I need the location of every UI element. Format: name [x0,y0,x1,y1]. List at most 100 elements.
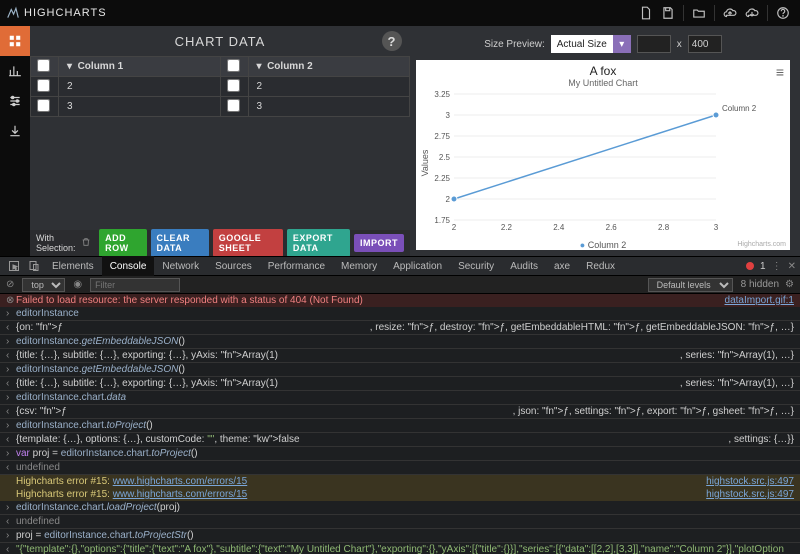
svg-text:2.4: 2.4 [553,223,565,232]
devtools-tab-sources[interactable]: Sources [207,256,260,276]
devtools-tab-network[interactable]: Network [154,256,207,276]
cell[interactable]: 3 [248,97,410,117]
save-icon[interactable] [657,2,679,24]
console-line: ‹{title: {…}, subtitle: {…}, exporting: … [0,349,800,363]
open-folder-icon[interactable] [688,2,710,24]
devtools-tab-axe[interactable]: axe [546,256,578,276]
download-icon[interactable] [0,116,30,146]
size-mode-value: Actual Size [551,35,613,53]
data-grid[interactable]: ▾ Column 1▾ Column 22233 [30,56,410,230]
size-mode-dropdown[interactable]: Actual Size ▾ [551,35,631,53]
export-data-button[interactable]: EXPORT DATA [287,229,350,257]
chevron-down-icon[interactable]: ▾ [613,35,631,53]
console-line: ›editorInstance.getEmbeddableJSON() [0,335,800,349]
size-preview-label: Size Preview: [484,39,545,50]
cloud-upload-icon[interactable] [719,2,741,24]
svg-text:2: 2 [446,195,451,204]
dimension-x-icon: x [677,39,682,50]
row-check[interactable] [220,77,248,97]
add-row-button[interactable]: ADD ROW [99,229,146,257]
column-check[interactable] [220,57,248,77]
devtools-tab-audits[interactable]: Audits [502,256,546,276]
sidenav [0,26,30,256]
source-link[interactable]: highstock.src.js:497 [706,489,794,500]
svg-text:2: 2 [452,223,457,232]
main-row: CHART DATA ? ▾ Column 1▾ Column 22233 Wi… [0,26,800,256]
console-line: ›editorInstance.chart.data [0,391,800,405]
error-indicator-icon [746,262,754,270]
devtools-tab-performance[interactable]: Performance [260,256,333,276]
preview-width-input[interactable] [637,35,671,53]
console-line: ‹{on: "fn">ƒ, resize: "fn">ƒ, destroy: "… [0,321,800,335]
cell[interactable]: 2 [59,77,221,97]
source-link[interactable]: highstock.src.js:497 [706,476,794,487]
svg-text:3: 3 [446,111,451,120]
console-filter-input[interactable] [90,278,180,292]
new-file-icon[interactable] [635,2,657,24]
console-line: Highcharts error #15: www.highcharts.com… [0,475,800,488]
topbar: HIGHCHARTS [0,0,800,26]
devtools-tab-elements[interactable]: Elements [44,256,102,276]
grid-icon[interactable] [0,26,30,56]
error-count: 1 [760,261,766,272]
chart-title: A fox [416,60,790,78]
bar-chart-icon[interactable] [0,56,30,86]
console-line: Highcharts error #15: www.highcharts.com… [0,488,800,501]
scope-eye-icon[interactable]: ◉ [73,279,82,290]
row-check[interactable] [31,77,59,97]
chart-legend: ● Column 2 [416,238,790,250]
brand-text: HIGHCHARTS [24,7,107,19]
devtools-tab-memory[interactable]: Memory [333,256,385,276]
sliders-icon[interactable] [0,86,30,116]
devtools-tab-console[interactable]: Console [102,256,155,276]
cloud-download-icon[interactable] [741,2,763,24]
svg-text:3: 3 [714,223,719,232]
log-levels-selector[interactable]: Default levels [648,278,733,292]
devtools-close-icon[interactable]: ✕ [788,261,796,272]
clear-data-button[interactable]: CLEAR DATA [151,229,209,257]
device-icon[interactable] [24,256,44,276]
row-check[interactable] [31,97,59,117]
svg-text:2.2: 2.2 [501,223,513,232]
svg-text:2.75: 2.75 [434,132,450,141]
column-header[interactable]: ▾ Column 1 [59,57,221,77]
devtools-tab-redux[interactable]: Redux [578,256,623,276]
console-line: ‹{csv: "fn">ƒ, json: "fn">ƒ, settings: "… [0,405,800,419]
panel-help-icon[interactable]: ? [382,31,402,51]
clear-console-icon[interactable]: ⊘ [6,279,14,290]
column-check[interactable] [31,57,59,77]
devtools: ElementsConsoleNetworkSourcesPerformance… [0,256,800,554]
cell[interactable]: 2 [248,77,410,97]
inspect-icon[interactable] [4,256,24,276]
svg-text:2.5: 2.5 [439,153,451,162]
import-button[interactable]: IMPORT [354,234,404,252]
console-line: ‹"{"template":{},"options":{"title":{"te… [0,543,800,554]
preview-column: Size Preview: Actual Size ▾ x ≡ A fox My… [410,26,800,256]
devtools-tabs: ElementsConsoleNetworkSourcesPerformance… [0,256,800,276]
console-line: ‹undefined [0,461,800,475]
brand-logo: HIGHCHARTS [6,6,107,20]
console-line: ›proj = editorInstance.chart.toProjectSt… [0,529,800,543]
devtools-more-icon[interactable]: ⋮ [772,261,782,272]
google-sheet-button[interactable]: GOOGLE SHEET [213,229,283,257]
context-selector[interactable]: top [22,278,65,292]
svg-text:Column 2: Column 2 [722,104,757,113]
chart-menu-icon[interactable]: ≡ [776,64,784,80]
source-link[interactable]: dataImport.gif:1 [725,295,794,306]
svg-text:2.25: 2.25 [434,174,450,183]
preview-height-input[interactable] [688,35,722,53]
console-line: ‹undefined [0,515,800,529]
row-check[interactable] [220,97,248,117]
line-chart[interactable]: 1.7522.252.52.7533.2522.22.42.62.83Colum… [416,88,776,238]
gear-icon[interactable]: ⚙ [785,279,794,290]
cell[interactable]: 3 [59,97,221,117]
trash-icon[interactable] [81,236,91,250]
devtools-tab-application[interactable]: Application [385,256,450,276]
size-preview-row: Size Preview: Actual Size ▾ x [416,32,790,56]
column-header[interactable]: ▾ Column 2 [248,57,410,77]
help-icon[interactable] [772,2,794,24]
legend-label: Column 2 [588,240,627,250]
devtools-tab-security[interactable]: Security [450,256,502,276]
legend-marker-icon: ● [580,240,585,250]
console-log-area[interactable]: ⊗Failed to load resource: the server res… [0,294,800,554]
